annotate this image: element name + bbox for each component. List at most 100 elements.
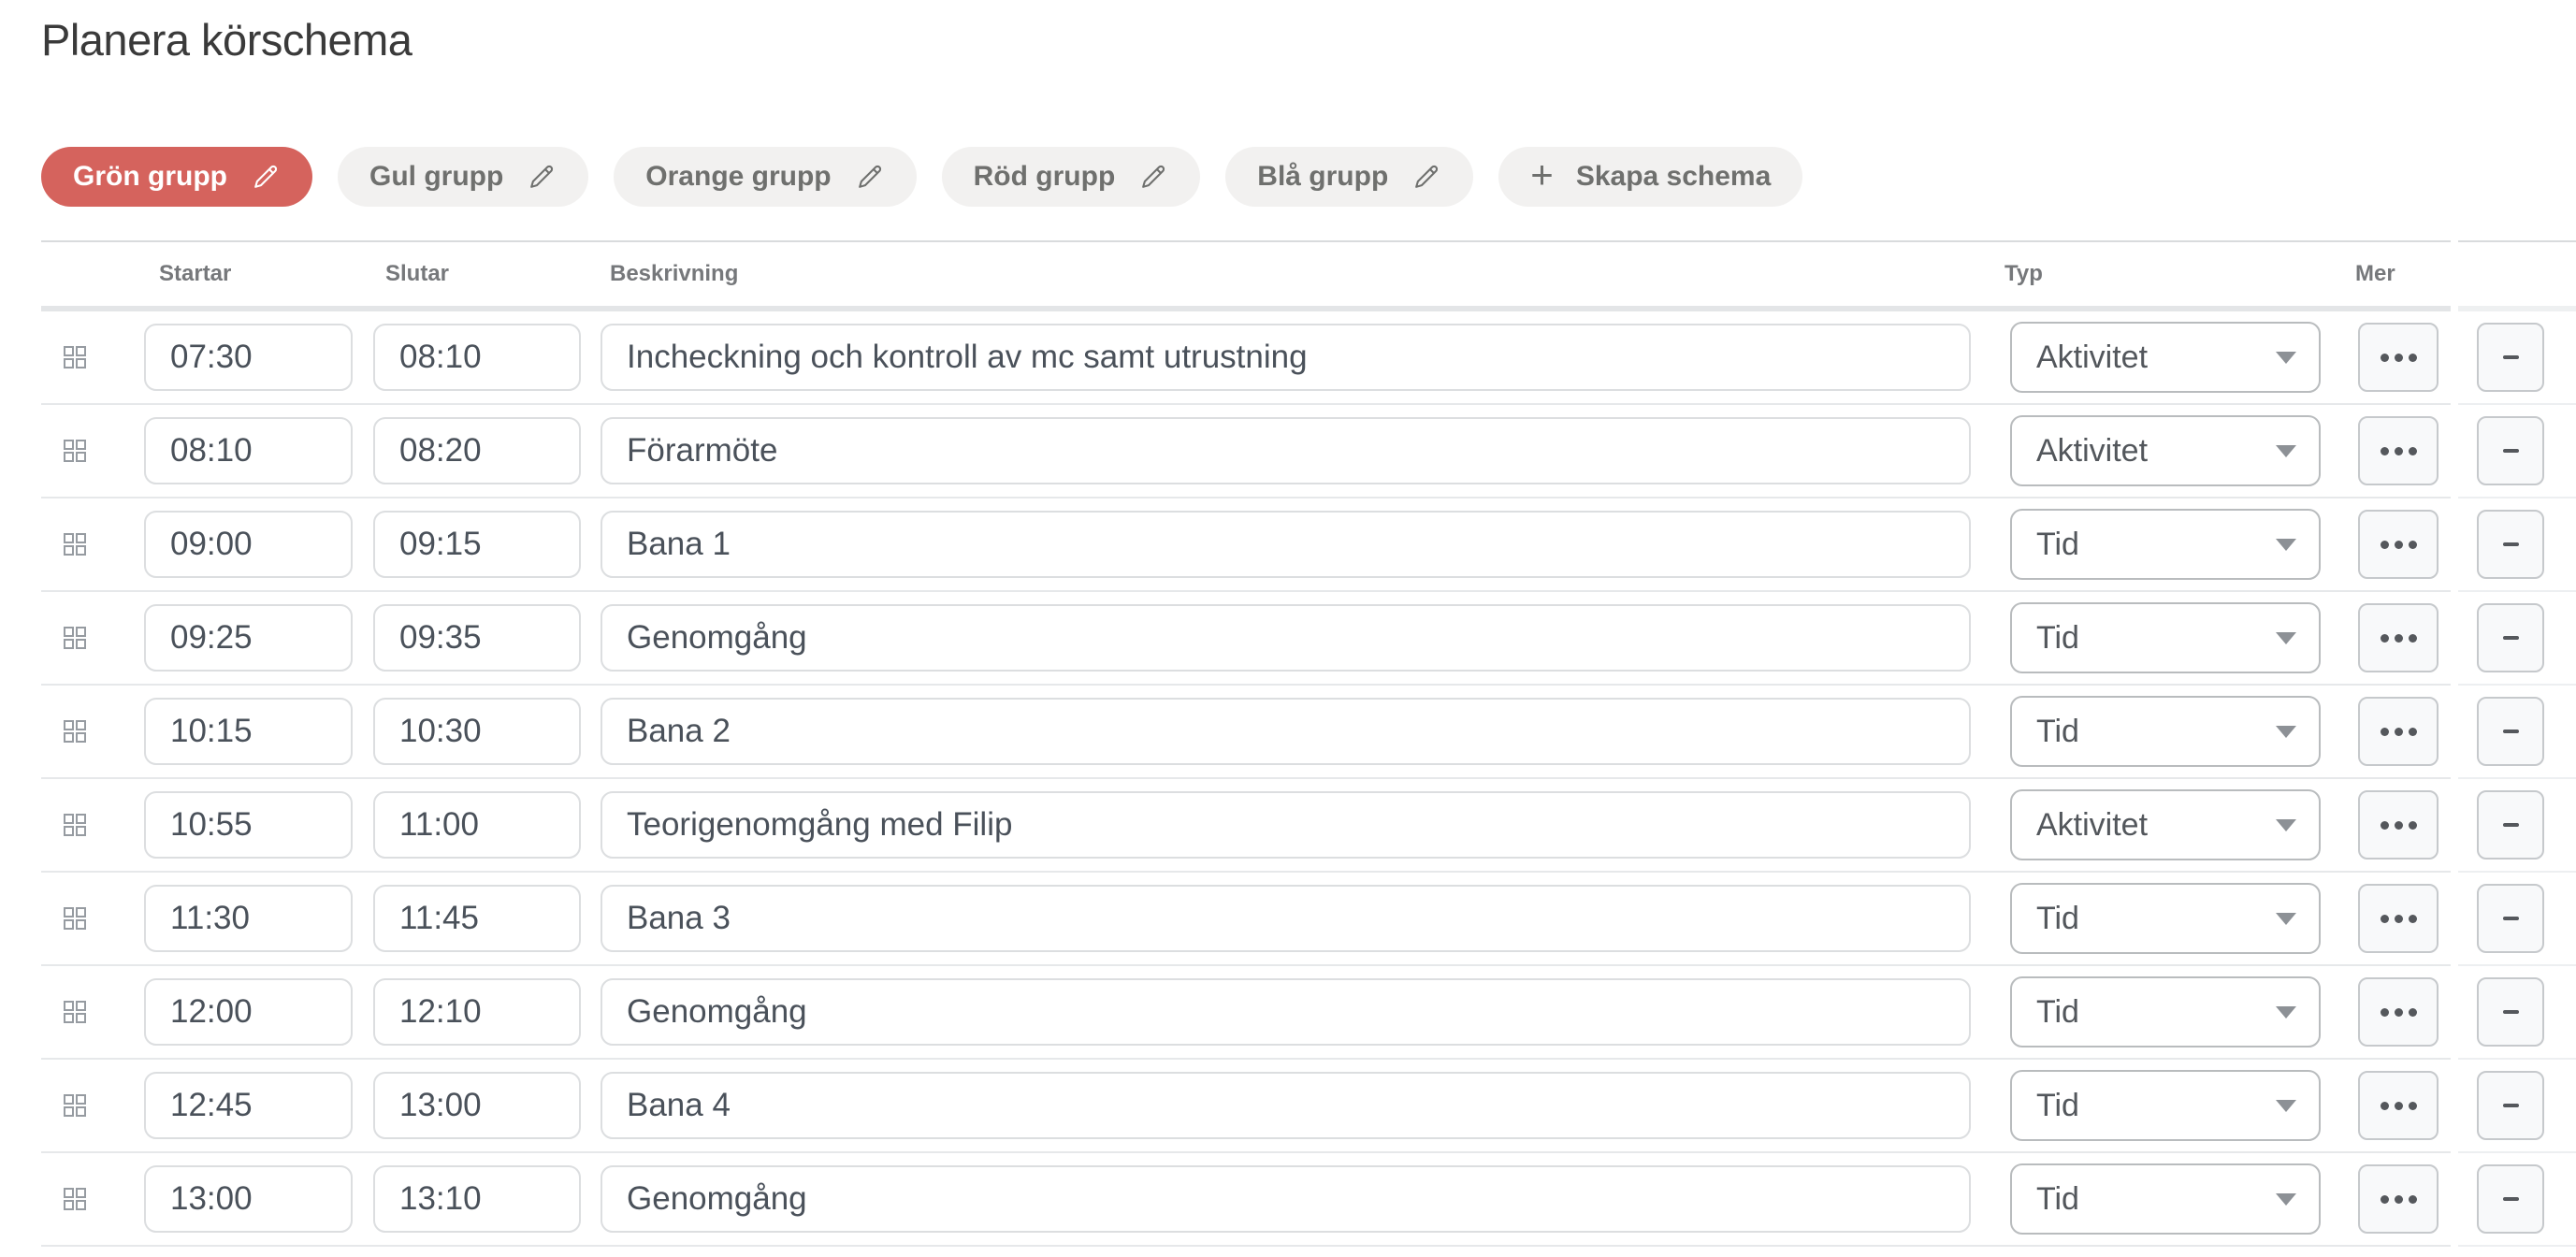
drag-handle-icon[interactable] — [62, 718, 88, 744]
ellipsis-icon — [2381, 728, 2417, 736]
type-select[interactable]: Tid — [2010, 883, 2321, 954]
end-time-input[interactable] — [373, 511, 581, 578]
schedule-row: Tid — [0, 1153, 2576, 1247]
type-select[interactable]: Tid — [2010, 509, 2321, 580]
schedule-row-main: Tid — [41, 1060, 2451, 1153]
type-select[interactable]: Aktivitet — [2010, 415, 2321, 486]
end-time-input[interactable] — [373, 885, 581, 952]
type-select-value: Tid — [2036, 1088, 2079, 1124]
end-time-input[interactable] — [373, 698, 581, 765]
minus-icon — [2503, 730, 2519, 733]
remove-row-button[interactable] — [2477, 510, 2544, 579]
end-time-input[interactable] — [373, 324, 581, 391]
description-input[interactable] — [601, 511, 1971, 578]
pencil-icon — [526, 162, 557, 193]
tab-gron-grupp[interactable]: Grön grupp — [41, 147, 312, 207]
description-input[interactable] — [601, 1072, 1971, 1139]
end-time-input[interactable] — [373, 417, 581, 484]
remove-row-button[interactable] — [2477, 416, 2544, 485]
type-select[interactable]: Tid — [2010, 976, 2321, 1048]
tab-rod-grupp[interactable]: Röd grupp — [942, 147, 1201, 207]
start-time-input[interactable] — [144, 885, 353, 952]
schedule-row-main: Tid — [41, 873, 2451, 966]
more-button[interactable] — [2358, 323, 2439, 392]
remove-row-button[interactable] — [2477, 603, 2544, 672]
more-button[interactable] — [2358, 977, 2439, 1047]
drag-handle-icon[interactable] — [62, 625, 88, 651]
start-time-input[interactable] — [144, 791, 353, 859]
start-time-input[interactable] — [144, 1072, 353, 1139]
more-button[interactable] — [2358, 884, 2439, 953]
schedule-row: Tid — [0, 686, 2576, 779]
type-select[interactable]: Tid — [2010, 602, 2321, 673]
start-time-input[interactable] — [144, 604, 353, 672]
drag-handle-icon[interactable] — [62, 531, 88, 557]
more-button[interactable] — [2358, 697, 2439, 766]
end-time-input[interactable] — [373, 604, 581, 672]
remove-row-button[interactable] — [2477, 697, 2544, 766]
drag-handle-icon[interactable] — [62, 438, 88, 464]
description-input[interactable] — [601, 698, 1971, 765]
drag-handle-icon[interactable] — [62, 344, 88, 370]
start-time-input[interactable] — [144, 978, 353, 1046]
schedule-row-main: Aktivitet — [41, 405, 2451, 498]
tab-label: Röd grupp — [974, 161, 1116, 193]
end-time-input[interactable] — [373, 1165, 581, 1233]
minus-icon — [2503, 449, 2519, 453]
schedule-row-aux — [2458, 686, 2576, 779]
chevron-down-icon — [2276, 445, 2296, 457]
description-input[interactable] — [601, 885, 1971, 952]
drag-handle-icon[interactable] — [62, 1092, 88, 1119]
type-select-value: Tid — [2036, 994, 2079, 1031]
start-time-input[interactable] — [144, 1165, 353, 1233]
end-time-input[interactable] — [373, 1072, 581, 1139]
description-input[interactable] — [601, 978, 1971, 1046]
schedule-row: Tid — [0, 966, 2576, 1060]
remove-row-button[interactable] — [2477, 977, 2544, 1047]
drag-handle-icon[interactable] — [62, 905, 88, 932]
type-select[interactable]: Aktivitet — [2010, 789, 2321, 860]
more-button[interactable] — [2358, 510, 2439, 579]
type-select[interactable]: Tid — [2010, 696, 2321, 767]
drag-handle-icon[interactable] — [62, 999, 88, 1025]
start-time-input[interactable] — [144, 324, 353, 391]
end-time-input[interactable] — [373, 791, 581, 859]
more-button[interactable] — [2358, 603, 2439, 672]
remove-row-button[interactable] — [2477, 1071, 2544, 1140]
type-select[interactable]: Aktivitet — [2010, 322, 2321, 393]
drag-handle-icon[interactable] — [62, 812, 88, 838]
remove-row-button[interactable] — [2477, 884, 2544, 953]
end-time-input[interactable] — [373, 978, 581, 1046]
tab-bla-grupp[interactable]: Blå grupp — [1225, 147, 1473, 207]
remove-row-button[interactable] — [2477, 323, 2544, 392]
schedule-row-aux — [2458, 1060, 2576, 1153]
minus-icon — [2503, 917, 2519, 920]
remove-row-button[interactable] — [2477, 1164, 2544, 1234]
description-input[interactable] — [601, 324, 1971, 391]
description-input[interactable] — [601, 1165, 1971, 1233]
more-button[interactable] — [2358, 790, 2439, 860]
start-time-input[interactable] — [144, 698, 353, 765]
schedule-row: Aktivitet — [0, 405, 2576, 498]
more-button[interactable] — [2358, 1071, 2439, 1140]
description-input[interactable] — [601, 791, 1971, 859]
description-input[interactable] — [601, 417, 1971, 484]
schedule-row-main: Aktivitet — [41, 779, 2451, 873]
more-button[interactable] — [2358, 1164, 2439, 1234]
type-select[interactable]: Tid — [2010, 1163, 2321, 1235]
create-schedule-button[interactable]: + Skapa schema — [1498, 147, 1802, 207]
schedule-row-main: Tid — [41, 966, 2451, 1060]
type-select[interactable]: Tid — [2010, 1070, 2321, 1141]
tab-orange-grupp[interactable]: Orange grupp — [614, 147, 916, 207]
remove-row-button[interactable] — [2477, 790, 2544, 860]
chevron-down-icon — [2276, 1100, 2296, 1112]
more-button[interactable] — [2358, 416, 2439, 485]
type-select-value: Tid — [2036, 1181, 2079, 1218]
description-input[interactable] — [601, 604, 1971, 672]
schedule-table: Startar Slutar Beskrivning Typ Mer Aktiv… — [0, 240, 2576, 1247]
tab-gul-grupp[interactable]: Gul grupp — [338, 147, 588, 207]
start-time-input[interactable] — [144, 511, 353, 578]
schedule-row-aux — [2458, 405, 2576, 498]
drag-handle-icon[interactable] — [62, 1186, 88, 1212]
start-time-input[interactable] — [144, 417, 353, 484]
